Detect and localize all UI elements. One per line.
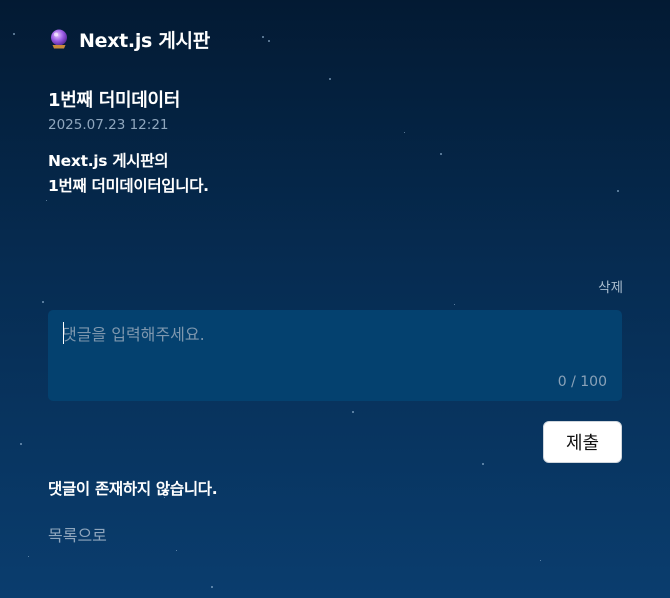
site-title[interactable]: Next.js 게시판 [79,26,210,53]
comment-input-container [48,310,622,401]
submit-comment-button[interactable]: 제출 [543,421,622,463]
comment-input[interactable] [48,310,622,401]
star [268,40,270,42]
star [482,463,484,465]
star [440,153,442,155]
post-content: Next.js 게시판의 1번째 더미데이터입니다. [48,149,209,199]
star [540,560,541,561]
post-title: 1번째 더미데이터 [48,90,181,111]
post-date: 2025.07.23 12:21 [48,117,169,133]
star [42,301,44,303]
star [13,33,15,35]
star [46,200,47,201]
star [352,411,354,413]
empty-comments-message: 댓글이 존재하지 않습니다. [48,480,218,498]
star [262,36,264,38]
text-caret [63,322,64,344]
star [329,78,331,80]
crystal-ball-icon [48,28,70,50]
character-counter: 0 / 100 [557,374,607,390]
star [617,190,619,192]
back-to-list-link[interactable]: 목록으로 [48,522,107,546]
site-header: Next.js 게시판 [48,26,210,52]
star [28,556,29,557]
star [404,132,405,133]
star [454,304,455,305]
delete-post-button[interactable]: 삭제 [598,276,623,296]
star [176,550,177,551]
post-content-line: 1번째 더미데이터입니다. [48,177,209,195]
post-content-line: Next.js 게시판의 [48,152,169,170]
star [20,443,22,445]
star [211,586,213,588]
